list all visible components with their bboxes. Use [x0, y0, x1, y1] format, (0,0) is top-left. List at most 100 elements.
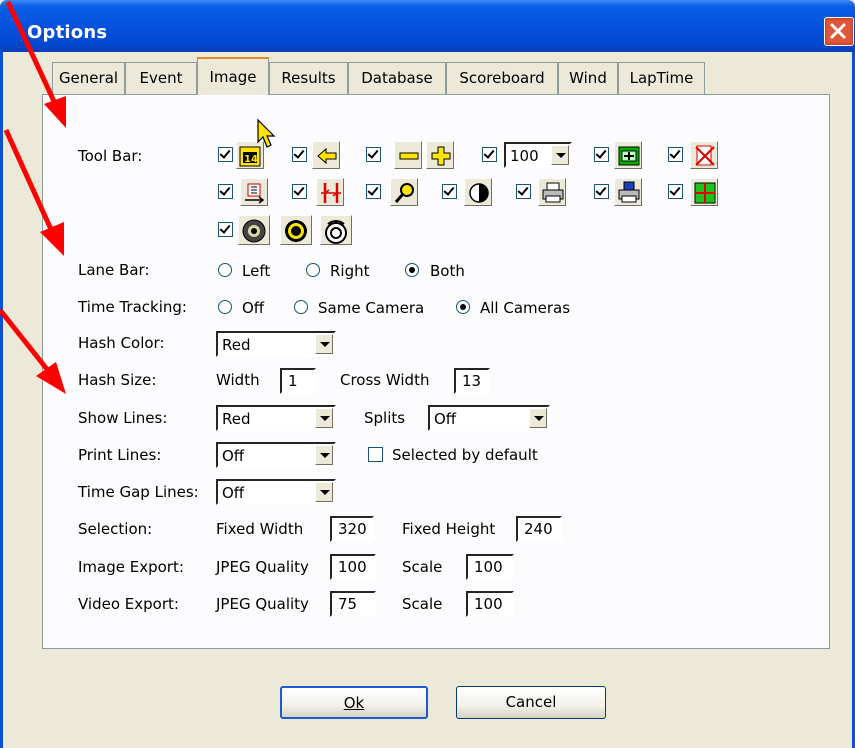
chevron-down-icon[interactable]: [315, 334, 333, 354]
tab-image[interactable]: Image: [197, 57, 269, 95]
toolbar-checkbox-12[interactable]: [516, 184, 531, 199]
time-gap-lines-select[interactable]: Off: [216, 479, 336, 505]
circle-dark-icon: [242, 219, 266, 243]
toolbar-checkbox-15[interactable]: [218, 222, 233, 237]
ok-button-label: Ok: [343, 694, 365, 712]
plus-icon: [431, 146, 451, 166]
annotation-arrow-toolbar: [5, 0, 66, 128]
chevron-down-icon[interactable]: [551, 145, 569, 165]
toolbar-button-7[interactable]: [690, 141, 718, 169]
fixed-height-label: Fixed Height: [402, 520, 496, 538]
tab-database[interactable]: Database: [348, 62, 446, 94]
time-tracking-all-cameras-radio[interactable]: [456, 300, 470, 314]
hash-width-input[interactable]: 1: [280, 368, 316, 394]
close-button[interactable]: [824, 17, 854, 46]
video-export-label: Video Export:: [78, 595, 179, 613]
toolbar-button-11[interactable]: [464, 178, 492, 206]
toolbar-checkbox-3[interactable]: [366, 147, 381, 162]
toolbar-button-6[interactable]: [614, 141, 642, 169]
annotation-arrow-lanebar: [3, 128, 64, 256]
hash-color-select[interactable]: Red: [216, 331, 336, 357]
lane-bar-left-label[interactable]: Left: [242, 262, 270, 280]
lane-bar-right-label[interactable]: Right: [330, 262, 370, 280]
toolbar-button-14[interactable]: [690, 178, 718, 206]
toolbar-button-4[interactable]: [426, 141, 454, 169]
tab-event[interactable]: Event: [125, 62, 197, 94]
toolbar-button-12[interactable]: [538, 178, 566, 206]
toolbar-checkbox-13[interactable]: [594, 184, 609, 199]
time-tracking-off-radio[interactable]: [218, 300, 232, 314]
toolbar-button-2[interactable]: [312, 141, 340, 169]
lane-bar-left-radio[interactable]: [218, 263, 232, 277]
toolbar-button-16[interactable]: [280, 215, 312, 245]
close-icon: [830, 23, 846, 39]
tab-scoreboard[interactable]: Scoreboard: [446, 62, 558, 94]
image-export-scale-input[interactable]: 100: [466, 554, 514, 580]
ok-button[interactable]: Ok: [280, 686, 428, 719]
toolbar-checkbox-10[interactable]: [366, 184, 381, 199]
magnifier-icon: [394, 183, 414, 203]
show-lines-select[interactable]: Red: [216, 405, 336, 431]
cancel-button-label: Cancel: [505, 693, 557, 711]
time-gap-lines-value: Off: [222, 484, 245, 502]
cross-width-label: Cross Width: [340, 371, 430, 389]
annotation-arrows: [0, 0, 66, 394]
splits-select[interactable]: Off: [428, 405, 550, 431]
lane-bar-right-radio[interactable]: [306, 263, 320, 277]
target-icon: [325, 220, 347, 244]
video-export-jpeg-input[interactable]: 75: [330, 591, 376, 617]
time-tracking-same-camera-radio[interactable]: [294, 300, 308, 314]
toolbar-checkbox-1[interactable]: [218, 147, 233, 162]
toolbar-button-15[interactable]: [238, 215, 270, 245]
time-tracking-same-camera-label[interactable]: Same Camera: [318, 299, 424, 317]
zoom-level-select[interactable]: 100: [504, 142, 572, 168]
lane-bar-both-label[interactable]: Both: [430, 262, 465, 280]
image-export-scale-label: Scale: [402, 558, 443, 576]
selected-by-default-checkbox[interactable]: [368, 447, 383, 462]
toolbar-button-10[interactable]: [390, 178, 418, 206]
toolbar-button-8[interactable]: [240, 178, 268, 206]
toolbar-button-9[interactable]: [316, 178, 344, 206]
print-lines-select[interactable]: Off: [216, 442, 336, 468]
green-grid-icon: [694, 182, 716, 204]
toolbar-button-13[interactable]: [614, 178, 642, 206]
options-dialog: Options General Event Image Results Data…: [0, 0, 855, 748]
time-tracking-off-label[interactable]: Off: [242, 299, 264, 317]
video-export-scale-label: Scale: [402, 595, 443, 613]
tab-laptime[interactable]: LapTime: [618, 62, 705, 94]
toolbar-checkbox-2[interactable]: [292, 147, 307, 162]
video-export-scale-input[interactable]: 100: [466, 591, 514, 617]
selected-by-default-label[interactable]: Selected by default: [392, 446, 538, 464]
cancel-button[interactable]: Cancel: [456, 686, 606, 719]
toolbar-button-17[interactable]: [320, 215, 352, 245]
toolbar-button-3[interactable]: [394, 141, 422, 169]
red-x-icon: [695, 145, 715, 166]
mouse-cursor-icon: [257, 118, 276, 148]
image-export-jpeg-input[interactable]: 100: [330, 554, 376, 580]
toolbar-checkbox-9[interactable]: [292, 184, 307, 199]
time-tracking-all-cameras-label[interactable]: All Cameras: [480, 299, 570, 317]
tab-results[interactable]: Results: [269, 62, 348, 94]
chevron-down-icon[interactable]: [315, 482, 333, 502]
selection-label: Selection:: [78, 520, 153, 538]
chevron-down-icon[interactable]: [315, 408, 333, 428]
toolbar-checkbox-8[interactable]: [218, 184, 233, 199]
chevron-down-icon[interactable]: [529, 408, 547, 428]
fixed-height-input[interactable]: 240: [516, 516, 562, 542]
toolbar-checkbox-14[interactable]: [668, 184, 683, 199]
fixed-width-input[interactable]: 320: [330, 516, 374, 542]
splits-label: Splits: [364, 409, 406, 427]
toolbar-checkbox-5[interactable]: [482, 147, 497, 162]
lane-bar-both-radio[interactable]: [405, 263, 419, 277]
toolbar-checkbox-6[interactable]: [594, 147, 609, 162]
save-print-icon: [618, 181, 640, 203]
svg-text:14: 14: [244, 154, 258, 165]
video-export-jpeg-label: JPEG Quality: [216, 595, 309, 613]
cross-width-input[interactable]: 13: [454, 368, 490, 394]
tab-wind[interactable]: Wind: [558, 62, 618, 94]
print-lines-label: Print Lines:: [78, 446, 162, 464]
chevron-down-icon[interactable]: [315, 445, 333, 465]
title-bar[interactable]: Options: [0, 0, 855, 52]
toolbar-checkbox-11[interactable]: [442, 184, 457, 199]
toolbar-checkbox-7[interactable]: [668, 147, 683, 162]
